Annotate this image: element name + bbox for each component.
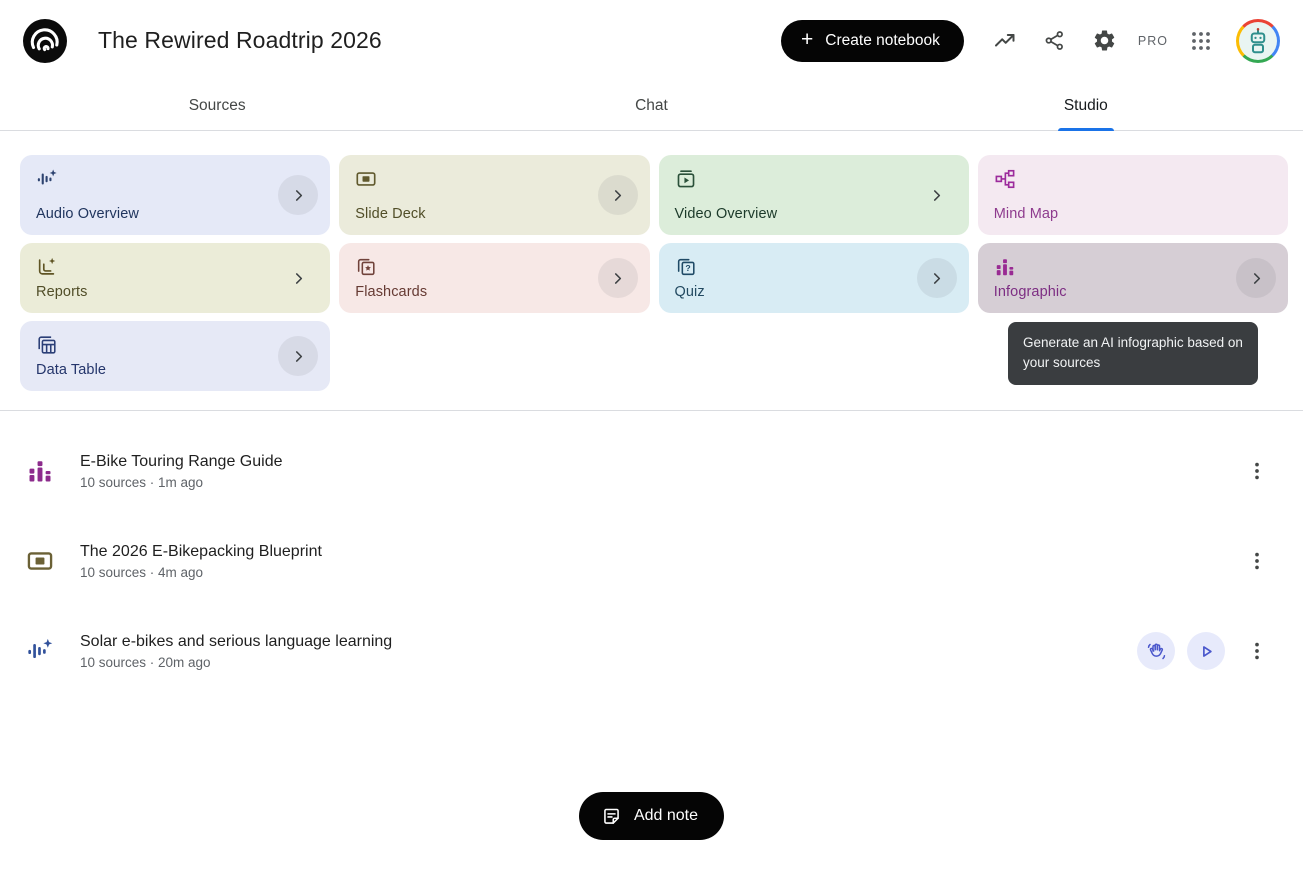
studio-panel: Audio Overview Slide Deck [0,131,1303,411]
card-label: Mind Map [994,206,1272,222]
share-icon[interactable] [1034,20,1076,62]
studio-card-mind-map[interactable]: Mind Map [978,155,1288,235]
audio-artifact-icon [26,637,54,665]
studio-card-slide-deck[interactable]: Slide Deck [339,155,649,235]
more-options-icon[interactable] [1237,541,1277,581]
card-label: Quiz [675,284,953,300]
tab-studio[interactable]: Studio [869,81,1303,130]
analytics-trending-icon[interactable] [984,20,1026,62]
notebook-title[interactable]: The Rewired Roadtrip 2026 [98,27,382,54]
video-overview-icon [675,168,697,190]
more-options-icon[interactable] [1237,631,1277,671]
studio-card-reports[interactable]: Reports [20,243,330,313]
tab-sources-label: Sources [189,97,246,115]
notebooklm-logo-icon[interactable] [23,19,67,63]
slide-deck-icon [355,168,377,190]
card-label: Video Overview [675,206,953,222]
chevron-right-icon[interactable] [598,258,638,298]
interactive-mode-icon[interactable] [1137,632,1175,670]
studio-card-data-table[interactable]: Data Table [20,321,330,391]
audio-overview-icon [36,168,58,190]
main-tabbar: Sources Chat Studio [0,81,1303,131]
note-icon [601,806,622,827]
chevron-right-icon[interactable] [278,336,318,376]
tab-chat[interactable]: Chat [434,81,868,130]
tab-sources[interactable]: Sources [0,81,434,130]
add-note-label: Add note [634,807,698,825]
quiz-icon: ? [675,256,697,278]
addnote-container: Add note [0,792,1303,840]
infographic-tooltip: Generate an AI infographic based on your… [1008,322,1258,385]
studio-card-flashcards[interactable]: Flashcards [339,243,649,313]
card-label: Reports [36,284,314,300]
studio-card-audio-overview[interactable]: Audio Overview [20,155,330,235]
avatar-robot-image [1239,22,1277,60]
studio-card-quiz[interactable]: ? Quiz [659,243,969,313]
mind-map-icon [994,168,1016,190]
tab-chat-label: Chat [635,97,668,115]
header-actions: PRO [984,19,1280,63]
artifact-row-infographic[interactable]: E-Bike Touring Range Guide 10 sources · … [26,426,1277,516]
add-note-button[interactable]: Add note [579,792,724,840]
chevron-right-icon[interactable] [1236,258,1276,298]
chevron-right-icon[interactable] [278,175,318,215]
artifact-row-audio-overview[interactable]: Solar e-bikes and serious language learn… [26,606,1277,696]
card-label: Audio Overview [36,206,314,222]
artifact-text: Solar e-bikes and serious language learn… [80,633,392,670]
play-icon[interactable] [1187,632,1225,670]
pro-badge: PRO [1134,34,1172,48]
app-header: The Rewired Roadtrip 2026 + Create noteb… [0,0,1303,81]
artifact-text: E-Bike Touring Range Guide 10 sources · … [80,453,283,490]
apps-grid-icon[interactable] [1180,20,1222,62]
artifact-title[interactable]: Solar e-bikes and serious language learn… [80,633,392,651]
card-label: Flashcards [355,284,633,300]
account-avatar[interactable] [1236,19,1280,63]
flashcards-icon [355,256,377,278]
create-notebook-label: Create notebook [825,32,940,50]
chevron-right-icon[interactable] [917,175,957,215]
artifact-meta: 10 sources · 1m ago [80,475,283,490]
chevron-right-icon[interactable] [278,258,318,298]
studio-card-video-overview[interactable]: Video Overview [659,155,969,235]
more-options-icon[interactable] [1237,451,1277,491]
infographic-artifact-icon [26,457,54,485]
data-table-icon [36,334,58,356]
artifact-title[interactable]: The 2026 E-Bikepacking Blueprint [80,543,322,561]
tab-studio-label: Studio [1064,97,1108,115]
artifact-title[interactable]: E-Bike Touring Range Guide [80,453,283,471]
artifact-meta: 10 sources · 20m ago [80,655,392,670]
chevron-right-icon[interactable] [917,258,957,298]
card-label: Infographic [994,284,1272,300]
artifact-row-slide-deck[interactable]: The 2026 E-Bikepacking Blueprint 10 sour… [26,516,1277,606]
slide-deck-artifact-icon [26,547,54,575]
svg-text:?: ? [685,263,690,273]
audio-actions [1137,632,1225,670]
studio-artifact-list: E-Bike Touring Range Guide 10 sources · … [0,411,1303,696]
plus-icon: + [801,29,813,50]
artifact-text: The 2026 E-Bikepacking Blueprint 10 sour… [80,543,322,580]
settings-gear-icon[interactable] [1084,20,1126,62]
reports-icon [36,256,58,278]
card-label: Data Table [36,362,314,378]
infographic-icon [994,256,1016,278]
card-label: Slide Deck [355,206,633,222]
artifact-meta: 10 sources · 4m ago [80,565,322,580]
chevron-right-icon[interactable] [598,175,638,215]
create-notebook-button[interactable]: + Create notebook [781,20,964,62]
studio-card-infographic[interactable]: Infographic [978,243,1288,313]
